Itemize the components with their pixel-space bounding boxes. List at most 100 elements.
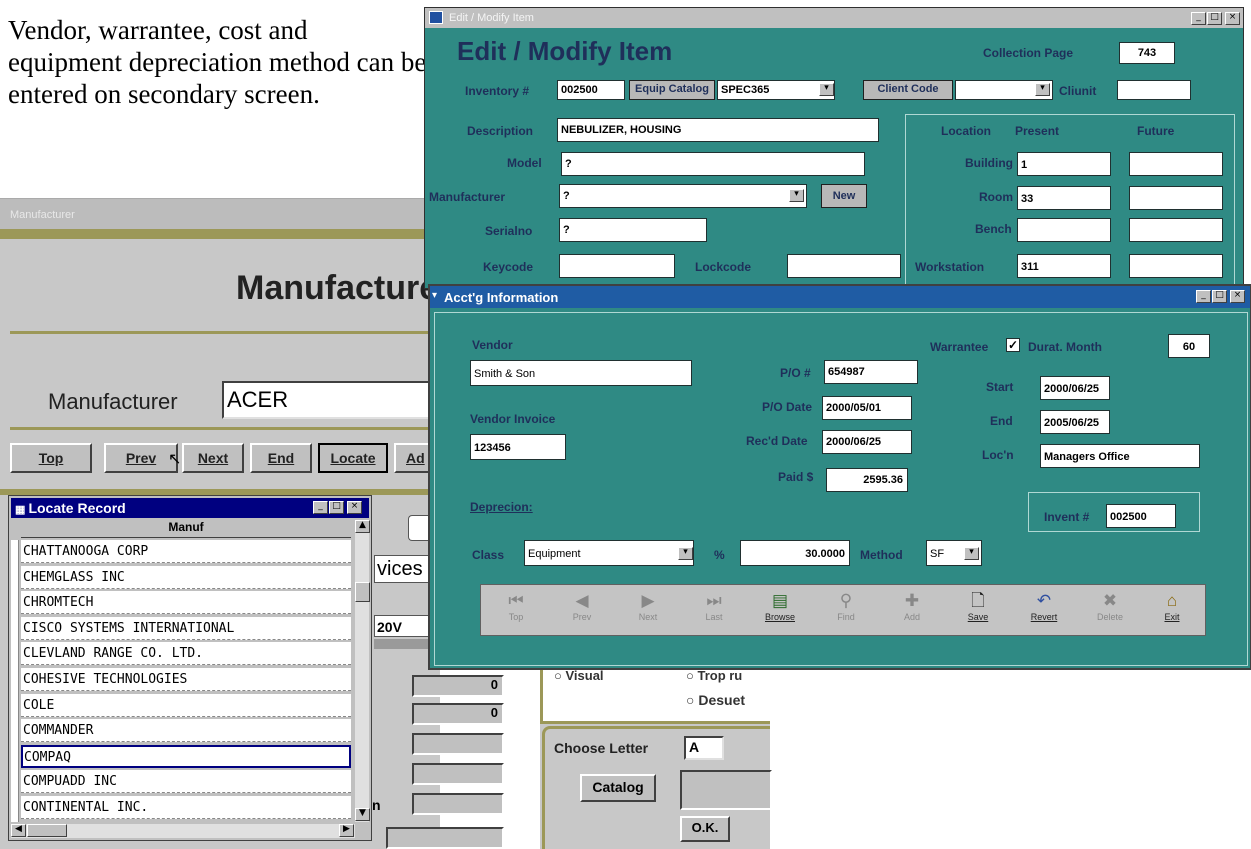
equip-catalog-select[interactable]: SPEC365 <box>717 80 835 100</box>
window-menu-icon[interactable]: ▾ <box>432 290 437 301</box>
list-item[interactable]: CHEMGLASS INC <box>21 565 351 589</box>
scroll-left-icon[interactable]: ◀ <box>11 824 26 837</box>
scroll-down-icon[interactable]: ▼ <box>355 808 370 821</box>
browse-icon: ▤ <box>771 591 789 610</box>
last-button[interactable]: ⏭ Last <box>683 588 745 632</box>
workstation-future-input[interactable] <box>1129 254 1223 278</box>
list-item[interactable]: COHESIVE TECHNOLOGIES <box>21 668 351 691</box>
invent-input[interactable]: 002500 <box>1106 504 1176 528</box>
maximize-icon[interactable]: □ <box>1212 290 1227 303</box>
delete-button[interactable]: ✖ Delete <box>1079 588 1141 632</box>
client-code-button[interactable]: Client Code <box>863 80 953 100</box>
end-button[interactable]: End <box>250 443 312 473</box>
model-input[interactable]: ? <box>561 152 865 176</box>
radio-desuet[interactable]: ○ Desuet <box>686 692 745 708</box>
manufacturer-window-title: Manufacturer <box>0 199 440 229</box>
radio-trop[interactable]: ○ Trop ru <box>686 668 742 683</box>
browse-button[interactable]: ▤ Browse <box>749 588 811 632</box>
find-button[interactable]: ⚲ Find <box>815 588 877 632</box>
minimize-icon[interactable]: _ <box>1196 290 1211 303</box>
bench-future-input[interactable] <box>1129 218 1223 242</box>
next-button[interactable]: ▶ Next <box>617 588 679 632</box>
end-input[interactable]: 2005/06/25 <box>1040 410 1110 434</box>
prev-button[interactable]: Prev <box>104 443 178 473</box>
edit-window-title: Edit / Modify Item <box>425 8 1243 28</box>
list-item[interactable]: COMPAQ <box>21 744 351 768</box>
manufacturer-input[interactable]: ACER <box>222 381 442 419</box>
add-button[interactable]: ✚ Add <box>881 588 943 632</box>
bench-present-input[interactable] <box>1017 218 1111 242</box>
radio-visual[interactable]: ○ Visual <box>554 668 604 683</box>
serialno-input[interactable]: ? <box>559 218 707 242</box>
chevron-down-icon[interactable]: ▾ <box>964 547 979 560</box>
save-button[interactable]: 🗋 Save <box>947 588 1009 632</box>
percent-label: % <box>714 548 725 562</box>
equip-catalog-button[interactable]: Equip Catalog <box>629 80 715 100</box>
vendor-input[interactable]: Smith & Son <box>470 360 692 386</box>
durat-month-input[interactable]: 60 <box>1168 334 1210 358</box>
minimize-icon[interactable]: _ <box>1191 12 1206 25</box>
po-input[interactable]: 654987 <box>824 360 918 384</box>
choose-letter-input[interactable]: A <box>684 736 724 760</box>
scroll-up-icon[interactable]: ▲ <box>355 520 370 533</box>
list-item[interactable]: CISCO SYSTEMS INTERNATIONAL <box>21 616 351 640</box>
list-item[interactable]: CLEVLAND RANGE CO. LTD. <box>21 642 351 666</box>
inventory-input[interactable]: 002500 <box>557 80 625 100</box>
list-item[interactable]: CONTINENTAL INC. <box>21 796 351 819</box>
cliunit-input[interactable] <box>1117 80 1191 100</box>
chevron-down-icon[interactable]: ▾ <box>819 83 834 96</box>
ok-button[interactable]: O.K. <box>680 816 730 842</box>
close-icon[interactable]: × <box>1225 12 1240 25</box>
locate-button[interactable]: Locate <box>318 443 388 473</box>
percent-input[interactable]: 30.0000 <box>740 540 850 566</box>
list-item[interactable]: COLE <box>21 693 351 717</box>
class-select[interactable]: Equipment <box>524 540 694 566</box>
locn-input[interactable]: Managers Office <box>1040 444 1200 468</box>
chevron-down-icon[interactable]: ▾ <box>678 547 693 560</box>
top-button[interactable]: Top <box>10 443 92 473</box>
po-date-input[interactable]: 2000/05/01 <box>822 396 912 420</box>
scroll-thumb[interactable] <box>355 582 370 602</box>
lockcode-input[interactable] <box>787 254 901 278</box>
workstation-present-input[interactable]: 311 <box>1017 254 1111 278</box>
building-future-input[interactable] <box>1129 152 1223 176</box>
add-icon: ✚ <box>904 591 920 610</box>
recd-date-input[interactable]: 2000/06/25 <box>822 430 912 454</box>
top-button[interactable]: ⏮ Top <box>485 588 547 632</box>
list-item[interactable]: CHROMTECH <box>21 591 351 615</box>
list-item[interactable]: CHATTANOOGA CORP <box>21 540 351 563</box>
keycode-input[interactable] <box>559 254 675 278</box>
new-button[interactable]: New <box>821 184 867 208</box>
top-label: Top <box>508 612 524 622</box>
building-present-input[interactable]: 1 <box>1017 152 1111 176</box>
maximize-icon[interactable]: □ <box>1207 12 1222 25</box>
record-toolbar: ⏮ Top ◀ Prev ▶ Next ⏭ Last ▤ Browse ⚲ Find ✚ Ad… <box>480 584 1206 636</box>
room-future-input[interactable] <box>1129 186 1223 210</box>
manufacturer-select[interactable]: ? <box>559 184 807 208</box>
minimize-icon[interactable]: _ <box>313 501 328 514</box>
maximize-icon[interactable]: □ <box>329 501 344 514</box>
collection-page-input[interactable]: 743 <box>1119 42 1175 64</box>
next-button[interactable]: Next <box>182 443 244 473</box>
exit-button[interactable]: ⌂ Exit <box>1141 588 1203 632</box>
start-input[interactable]: 2000/06/25 <box>1040 376 1110 400</box>
prev-button[interactable]: ◀ Prev <box>551 588 613 632</box>
close-icon[interactable]: × <box>1230 290 1245 303</box>
chevron-down-icon[interactable]: ▾ <box>789 189 804 202</box>
close-icon[interactable]: × <box>347 501 362 514</box>
description-input[interactable]: NEBULIZER, HOUSING <box>557 118 879 142</box>
h-scroll-thumb[interactable] <box>27 824 67 837</box>
warrantee-checkbox[interactable]: ✓ <box>1006 338 1020 352</box>
scroll-right-icon[interactable]: ▶ <box>339 824 354 837</box>
catalog-button[interactable]: Catalog <box>580 774 656 802</box>
room-present-input[interactable]: 33 <box>1017 186 1111 210</box>
vendor-invoice-input[interactable]: 123456 <box>470 434 566 460</box>
column-header-manuf[interactable]: Manuf <box>21 520 351 538</box>
paid-input[interactable]: 2595.36 <box>826 468 908 492</box>
list-item[interactable]: COMMANDER <box>21 719 351 743</box>
vertical-scrollbar[interactable] <box>355 520 369 822</box>
chevron-down-icon[interactable]: ▾ <box>1035 83 1050 96</box>
list-item[interactable]: COMPUADD INC <box>21 770 351 794</box>
lockcode-label: Lockcode <box>695 260 752 274</box>
revert-button[interactable]: ↶ Revert <box>1013 588 1075 632</box>
